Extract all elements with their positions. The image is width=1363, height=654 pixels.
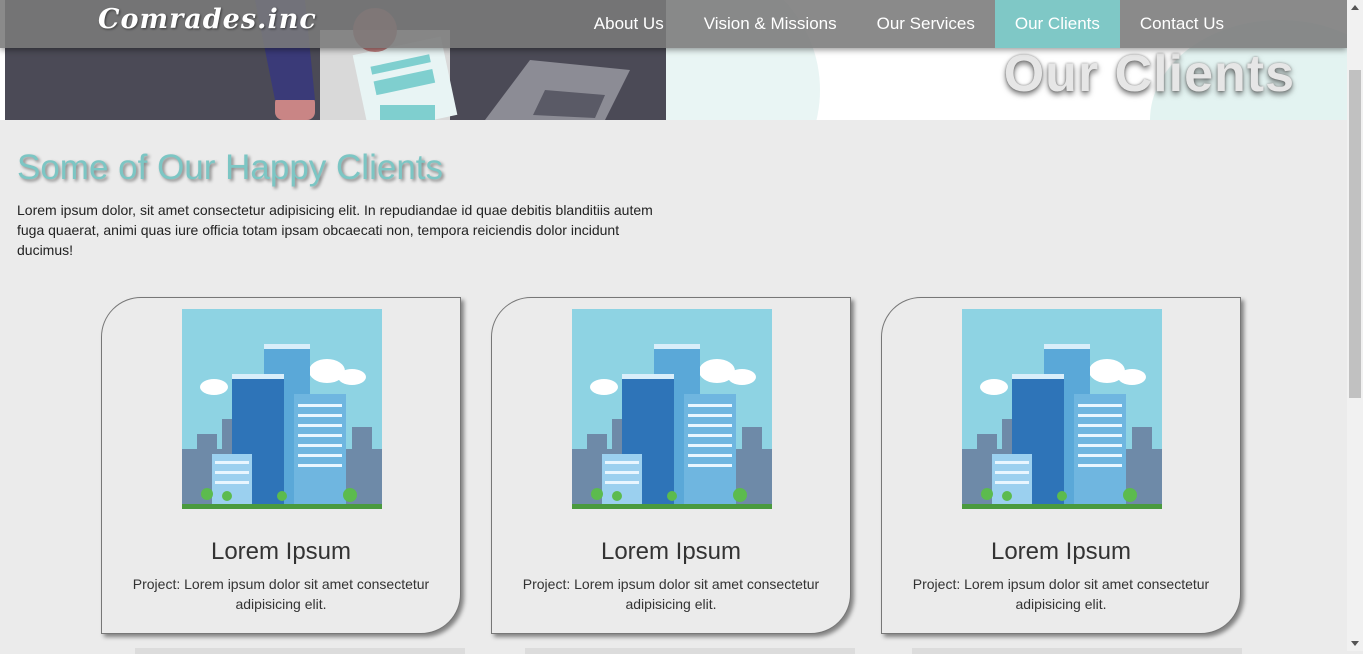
nav-item-our-services[interactable]: Our Services: [857, 0, 995, 48]
nav-item-our-clients[interactable]: Our Clients: [994, 0, 1120, 48]
navbar: Comrades.inc About Us Vision & Missions …: [0, 0, 1347, 48]
scrollbar-thumb[interactable]: [1349, 70, 1361, 398]
brand-logo[interactable]: Comrades.inc: [98, 4, 317, 35]
nav-item-vision-missions[interactable]: Vision & Missions: [684, 0, 857, 48]
card-description: Project: Lorem ipsum dolor sit amet cons…: [522, 576, 820, 612]
vertical-scrollbar[interactable]: [1347, 0, 1363, 651]
building-image: [182, 309, 382, 509]
building-image: [962, 309, 1162, 509]
card-title: Lorem Ipsum: [600, 538, 742, 565]
nav-menu: About Us Vision & Missions Our Services …: [574, 0, 1244, 48]
next-card-edge: [525, 648, 855, 654]
hero-title: Our Clients: [1003, 45, 1295, 103]
client-card[interactable]: Lorem Ipsum Project: Lorem ipsum dolor s…: [491, 297, 851, 634]
nav-item-contact-us[interactable]: Contact Us: [1120, 0, 1244, 48]
section-heading: Some of Our Happy Clients: [17, 148, 444, 187]
card-description: Project: Lorem ipsum dolor sit amet cons…: [912, 576, 1210, 612]
card-title: Lorem Ipsum: [210, 538, 352, 565]
client-card[interactable]: Lorem Ipsum Project: Lorem ipsum dolor s…: [881, 297, 1241, 634]
scroll-up-icon[interactable]: [1351, 5, 1359, 10]
card-title: Lorem Ipsum: [990, 538, 1132, 565]
section-intro: Lorem ipsum dolor, sit amet consectetur …: [17, 202, 653, 258]
nav-item-about-us[interactable]: About Us: [574, 0, 684, 48]
next-card-edge: [135, 648, 465, 654]
client-card[interactable]: Lorem Ipsum Project: Lorem ipsum dolor s…: [101, 297, 461, 634]
building-image: [572, 309, 772, 509]
card-description: Project: Lorem ipsum dolor sit amet cons…: [132, 576, 430, 612]
next-card-edge: [912, 648, 1242, 654]
scroll-down-icon[interactable]: [1351, 641, 1359, 646]
